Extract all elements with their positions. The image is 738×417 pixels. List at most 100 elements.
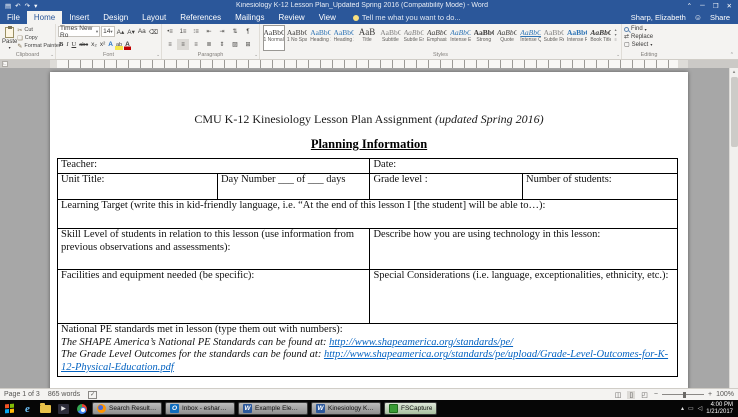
format-painter-button[interactable]: ✎ Format Painter [17, 43, 60, 50]
account-name[interactable]: Sharp, Elizabeth [631, 13, 686, 22]
align-center-button[interactable]: ≡ [177, 39, 189, 50]
proofing-icon[interactable]: ✓ [88, 390, 98, 399]
style-quote[interactable]: AaBbCcI Quote [496, 25, 518, 51]
tab-insert[interactable]: Insert [62, 11, 96, 24]
internet-explorer-button[interactable]: e [20, 402, 35, 415]
cell-technology[interactable]: Describe how you are using technology in… [369, 227, 678, 270]
grow-font-button[interactable]: A▴ [116, 26, 126, 37]
scroll-up-icon[interactable]: ▴ [730, 68, 738, 76]
tab-mailings[interactable]: Mailings [228, 11, 271, 24]
cell-special-considerations[interactable]: Special Considerations (i.e. language, e… [369, 268, 678, 324]
align-right-button[interactable]: ≡ [190, 39, 202, 50]
clipboard-dialog-launcher-icon[interactable]: ⌄ [50, 52, 54, 58]
cell-grade-level[interactable]: Grade level : [369, 172, 523, 200]
read-mode-button[interactable]: ◫ [613, 391, 624, 399]
zoom-slider-thumb[interactable] [683, 391, 686, 398]
document-page[interactable]: CMU K-12 Kinesiology Lesson Plan Assignm… [50, 72, 688, 388]
shrink-font-button[interactable]: A▾ [126, 26, 136, 37]
zoom-out-button[interactable]: − [654, 391, 658, 398]
save-icon[interactable]: ▤ [5, 2, 11, 10]
paste-button[interactable]: Paste ▾ [2, 25, 17, 51]
find-button[interactable]: Find ▾ [624, 26, 674, 32]
font-dialog-launcher-icon[interactable]: ⌄ [156, 52, 160, 58]
italic-button[interactable]: I [65, 39, 69, 50]
cell-students[interactable]: Number of students: [521, 172, 679, 200]
replace-button[interactable]: ⇄ Replace [624, 33, 674, 41]
taskbar-window-outlook[interactable]: O Inbox - esharp@c... [165, 402, 235, 415]
strikethrough-button[interactable]: abc [78, 39, 89, 50]
style-intense-quote[interactable]: AaBbCcI Intense Q... [519, 25, 541, 51]
web-layout-button[interactable]: ◰ [639, 391, 650, 399]
page-indicator[interactable]: Page 1 of 3 [4, 391, 40, 398]
print-layout-button[interactable]: ▯ [627, 390, 636, 399]
tab-selector[interactable]: ∟ [2, 61, 8, 67]
taskbar-window-word-kinesiology[interactable]: W Kinesiology K-12 ... [311, 402, 381, 415]
tray-up-icon[interactable]: ▴ [681, 405, 684, 412]
line-spacing-button[interactable]: ⇕ [216, 39, 228, 50]
style-heading1[interactable]: AaBbC Heading 1 [309, 25, 331, 51]
numbering-button[interactable]: 1≡ [177, 26, 189, 37]
cut-button[interactable]: ✂ Cut [17, 27, 60, 34]
volume-icon[interactable]: ◁ [698, 405, 703, 412]
style-subtle-emphasis[interactable]: AaBbCcI Subtle Em... [403, 25, 425, 51]
superscript-button[interactable]: x² [99, 39, 106, 50]
cell-facilities[interactable]: Facilities and equipment needed (be spec… [56, 268, 371, 324]
cell-skill-level[interactable]: Skill Level of students in relation to t… [56, 227, 371, 270]
zoom-slider[interactable] [662, 391, 704, 398]
taskbar-window-firefox[interactable]: Search Results | C... [92, 402, 162, 415]
highlight-color-button[interactable]: ab [115, 39, 124, 50]
cell-teacher[interactable]: Teacher: [56, 158, 371, 174]
justify-button[interactable]: ≣ [203, 39, 215, 50]
chrome-button[interactable] [74, 402, 89, 415]
tab-file[interactable]: File [0, 11, 27, 24]
tab-layout[interactable]: Layout [135, 11, 173, 24]
share-button[interactable]: Share [710, 13, 730, 22]
start-button[interactable] [2, 402, 17, 415]
shape-standards-link[interactable]: http://www.shapeamerica.org/standards/pe… [329, 337, 513, 348]
cell-learning-target[interactable]: Learning Target (write this in kid-frien… [57, 198, 678, 229]
style-book-title[interactable]: AaBbCc. Book Title [589, 25, 611, 51]
style-subtitle[interactable]: AaBbCcE Subtitle [379, 25, 401, 51]
tab-review[interactable]: Review [271, 11, 311, 24]
align-left-button[interactable]: ≡ [164, 39, 176, 50]
show-marks-button[interactable]: ¶ [242, 26, 254, 37]
styles-dialog-launcher-icon[interactable]: ⌄ [616, 52, 620, 58]
paste-dropdown-icon[interactable]: ▾ [9, 45, 11, 50]
clear-formatting-button[interactable]: ⌫ [148, 26, 159, 37]
underline-button[interactable]: U [71, 39, 78, 50]
taskbar-window-fscapture[interactable]: FSCapture [384, 402, 438, 415]
cell-standards[interactable]: National PE standards met in lesson (typ… [57, 322, 678, 377]
borders-button[interactable]: ⊞ [242, 39, 254, 50]
restore-icon[interactable]: ❐ [713, 2, 719, 10]
file-explorer-button[interactable] [38, 402, 53, 415]
font-color-button[interactable]: A [124, 39, 131, 50]
decrease-indent-button[interactable]: ⇤ [203, 26, 215, 37]
taskbar-window-word-example[interactable]: W Example Element... [238, 402, 308, 415]
cell-day-number[interactable]: Day Number ___ of ___ days [216, 172, 371, 200]
style-intense-emphasis[interactable]: AaBbCcI Intense E... [449, 25, 471, 51]
collapse-ribbon-icon[interactable]: ⌃ [730, 52, 734, 58]
style-heading2[interactable]: AaBbCcI Heading 2 [333, 25, 355, 51]
font-size-select[interactable]: 14 ▾ [101, 26, 115, 37]
redo-icon[interactable]: ↷ [25, 2, 30, 10]
media-player-button[interactable]: ▶ [56, 402, 71, 415]
tab-design[interactable]: Design [96, 11, 135, 24]
style-title[interactable]: AaB Title [356, 25, 378, 51]
select-button[interactable]: ▢ Select ▾ [624, 41, 674, 49]
network-icon[interactable]: ▭ [688, 405, 694, 412]
ribbon-display-options-icon[interactable]: ⌃ [687, 2, 692, 10]
zoom-level[interactable]: 100% [716, 391, 734, 398]
increase-indent-button[interactable]: ⇥ [216, 26, 228, 37]
gallery-more-icon[interactable]: ≡ [614, 37, 616, 42]
tab-references[interactable]: References [173, 11, 228, 24]
style-subtle-reference[interactable]: AaBbCcI Subtle Ref... [543, 25, 565, 51]
font-family-select[interactable]: Times New Ro ▾ [58, 25, 101, 39]
paragraph-dialog-launcher-icon[interactable]: ⌄ [254, 52, 258, 58]
bold-button[interactable]: B [58, 39, 64, 50]
minimize-icon[interactable]: ─ [700, 2, 705, 10]
style-no-spacing[interactable]: AaBbCcI 1 No Spac... [286, 25, 308, 51]
change-case-button[interactable]: Aa [137, 26, 147, 37]
style-intense-reference[interactable]: AaBbCc Intense Re... [566, 25, 588, 51]
tell-me-box[interactable]: Tell me what you want to do... [352, 11, 461, 24]
sort-button[interactable]: ⇅ [229, 26, 241, 37]
